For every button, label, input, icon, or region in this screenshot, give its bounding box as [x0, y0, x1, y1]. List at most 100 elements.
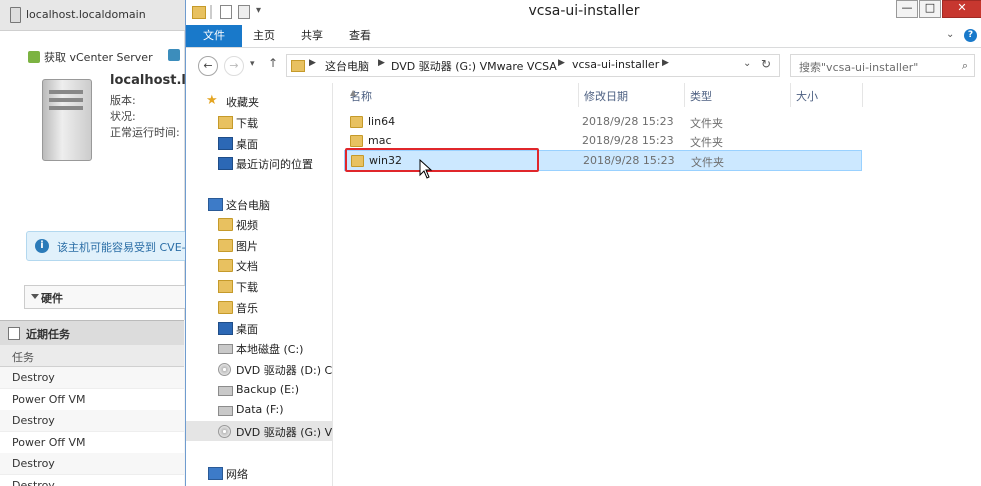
nav-pc-item[interactable]: 视频 — [186, 214, 332, 234]
column-size[interactable]: 大小 — [790, 83, 863, 107]
folder-icon — [218, 238, 233, 252]
nav-pc-item[interactable]: 图片 — [186, 235, 332, 255]
file-type: 文件夹 — [690, 136, 723, 149]
host-summary-panel: 获取 vCenter Server localhost.lo 版本: 状况: 正… — [0, 31, 190, 320]
nav-item-label: 桌面 — [236, 137, 258, 151]
tab-share[interactable]: 共享 — [290, 25, 334, 47]
task-row[interactable]: Power Off VM — [0, 388, 184, 411]
nav-item-label: 桌面 — [236, 322, 258, 336]
tab-home[interactable]: 主页 — [242, 25, 286, 47]
breadcrumb-vcsa-ui-installer[interactable]: vcsa-ui-installer — [572, 58, 659, 71]
tasks-icon — [8, 327, 20, 340]
file-date: 2018/9/28 15:23 — [582, 134, 674, 147]
folder-icon — [218, 259, 233, 273]
nav-pc-item[interactable]: Data (F:) — [186, 400, 332, 420]
nav-item-label: 最近访问的位置 — [236, 158, 313, 171]
task-row[interactable]: Destroy — [0, 453, 184, 475]
nav-pc-item[interactable]: DVD 驱动器 (G:) VM — [186, 421, 332, 441]
host-name: localhost.lo — [110, 73, 190, 88]
tasks-column-header[interactable]: 任务 — [0, 345, 184, 367]
task-row[interactable]: Power Off VM — [0, 431, 184, 454]
hardware-section-header[interactable]: 硬件 — [24, 285, 186, 309]
column-type[interactable]: 类型 — [684, 83, 791, 107]
nav-pc-item[interactable]: 本地磁盘 (C:) — [186, 338, 332, 358]
nav-item-label: 下载 — [236, 281, 258, 295]
file-name: mac — [368, 134, 392, 147]
nav-pc-item[interactable]: 下载 — [186, 276, 332, 296]
column-type-label: 类型 — [690, 90, 712, 103]
collapse-caret-icon — [31, 294, 39, 299]
breadcrumb-dvd-drive[interactable]: DVD 驱动器 (G:) VMware VCSA — [391, 58, 557, 74]
folder-icon — [351, 155, 364, 167]
nav-favorites[interactable]: ★ 收藏夹 — [186, 91, 332, 111]
task-name: Destroy — [12, 457, 55, 470]
address-dropdown-icon[interactable]: ⌄ — [743, 58, 751, 69]
host-tab[interactable]: localhost.localdomain — [0, 0, 190, 31]
recent-tasks-header: 近期任务 — [0, 320, 184, 346]
star-icon: ★ — [206, 93, 218, 108]
dvd-drive-icon — [218, 425, 231, 438]
tab-file[interactable]: 文件 — [186, 25, 242, 47]
folder-icon — [218, 218, 233, 231]
file-row[interactable]: mac 2018/9/28 15:23 文件夹 — [344, 131, 862, 150]
maximize-button[interactable]: □ — [919, 0, 941, 18]
get-vcenter-link[interactable]: 获取 vCenter Server — [28, 49, 153, 65]
task-name: Destroy — [12, 371, 55, 384]
get-vcenter-label: 获取 vCenter Server — [44, 51, 153, 64]
nav-pc-item[interactable]: Backup (E:) — [186, 380, 332, 400]
recent-locations-icon[interactable]: ▾ — [250, 59, 255, 69]
search-placeholder: 搜索"vcsa-ui-installer" — [799, 61, 919, 74]
breadcrumb-separator: ▶ — [558, 58, 565, 68]
nav-this-pc[interactable]: 这台电脑 — [186, 194, 332, 214]
nav-pc-item[interactable]: DVD 驱动器 (D:) CD — [186, 359, 332, 379]
toolbar-action-icon[interactable] — [168, 49, 180, 61]
refresh-icon[interactable]: ↻ — [761, 57, 771, 71]
column-name[interactable]: 名称 ▲ — [344, 83, 579, 107]
ribbon-tabs: 文件 主页 共享 查看 ⌄ ? — [186, 25, 981, 48]
breadcrumb-separator: ▶ — [309, 58, 316, 68]
security-alert: i 该主机可能容易受到 CVE- — [26, 231, 188, 261]
nav-pc-item[interactable]: 文档 — [186, 255, 332, 275]
folder-icon — [218, 300, 233, 314]
server-icon — [42, 79, 92, 161]
file-row[interactable]: lin64 2018/9/28 15:23 文件夹 — [344, 112, 862, 131]
breadcrumb-separator: ▶ — [662, 58, 669, 68]
address-bar[interactable]: ▶ 这台电脑 ▶ DVD 驱动器 (G:) VMware VCSA ▶ vcsa… — [286, 54, 780, 77]
back-button[interactable]: ← — [198, 56, 218, 76]
nav-network[interactable]: 网络 — [186, 463, 332, 483]
nav-pc-item[interactable]: 桌面 — [186, 318, 332, 338]
task-name: Destroy — [12, 414, 55, 427]
expand-ribbon-icon[interactable]: ⌄ — [946, 29, 954, 40]
info-icon: i — [35, 239, 49, 253]
search-icon: ⌕ — [961, 59, 968, 72]
download-folder-icon — [218, 280, 233, 294]
nav-pc-item[interactable]: 音乐 — [186, 297, 332, 317]
download-folder-icon — [218, 116, 233, 129]
help-icon[interactable]: ? — [964, 29, 977, 42]
nav-this-pc-label: 这台电脑 — [226, 199, 270, 212]
search-input[interactable]: 搜索"vcsa-ui-installer" ⌕ — [790, 54, 975, 77]
close-button[interactable]: ✕ — [942, 0, 981, 18]
up-button[interactable]: ↑ — [268, 56, 278, 70]
forward-button[interactable]: → — [224, 56, 244, 76]
drive-icon — [218, 406, 233, 417]
sort-ascending-icon: ▲ — [350, 88, 357, 97]
desktop-icon — [218, 321, 233, 335]
column-date[interactable]: 修改日期 — [578, 83, 685, 107]
breadcrumb-this-pc[interactable]: 这台电脑 — [325, 58, 369, 74]
nav-favorite-item[interactable]: 最近访问的位置 — [186, 153, 332, 173]
task-row[interactable]: Destroy — [0, 410, 184, 432]
nav-item-label: DVD 驱动器 (G:) VM — [236, 426, 333, 439]
tasks-column-label: 任务 — [12, 351, 34, 364]
nav-favorite-item[interactable]: 下载 — [186, 112, 332, 132]
task-row[interactable]: Destroy — [0, 367, 184, 389]
minimize-button[interactable]: — — [896, 0, 918, 18]
file-date: 2018/9/28 15:23 — [583, 154, 675, 167]
navigation-pane: ★ 收藏夹 下载 桌面 最近访问的位置 这台电脑 视频 图片 文档 下载 音乐 桌面 本地磁盘 … — [186, 83, 333, 486]
version-label: 版本: — [110, 94, 136, 107]
task-row[interactable]: Destroy — [0, 474, 184, 486]
tab-view[interactable]: 查看 — [338, 25, 382, 47]
nav-favorite-item[interactable]: 桌面 — [186, 133, 332, 153]
drive-icon — [218, 344, 233, 355]
mouse-cursor-icon — [419, 159, 433, 179]
